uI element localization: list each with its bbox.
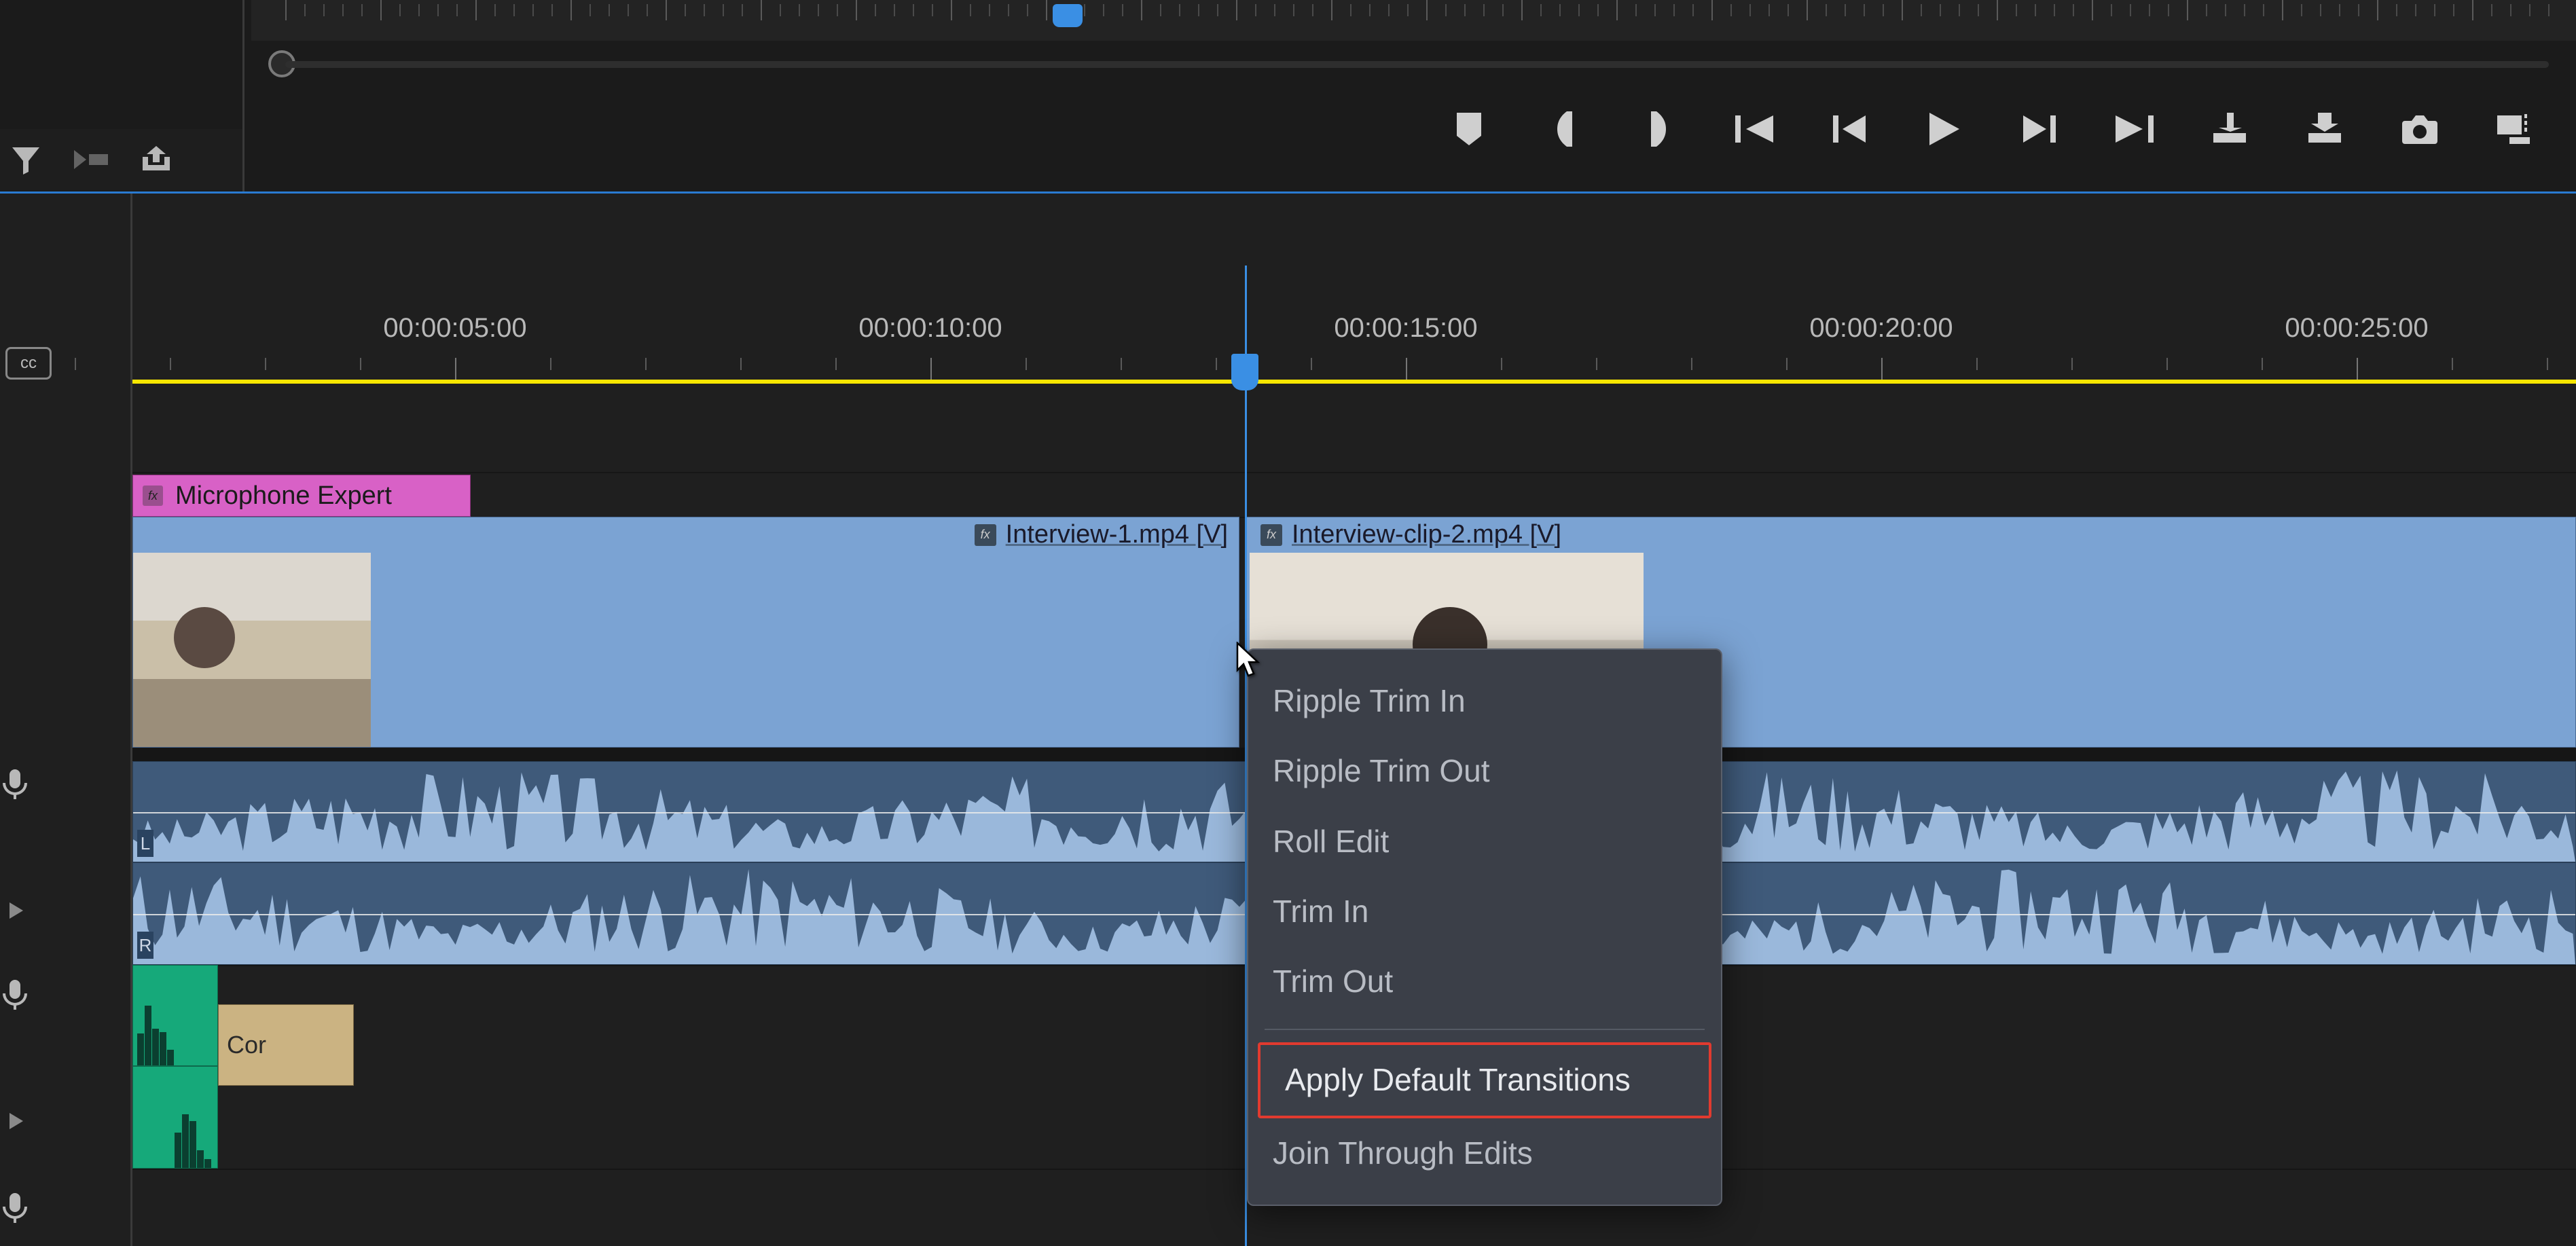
clip-label: Interview-clip-2.mp4 [V] xyxy=(1292,520,1561,549)
add-marker-button[interactable] xyxy=(1449,109,1489,149)
track-header-column: cc xyxy=(0,194,132,1246)
ruler-label: 00:00:15:00 xyxy=(1334,313,1477,344)
menu-item-ripple-trim-out[interactable]: Ripple Trim Out xyxy=(1248,736,1721,806)
in-out-range-bar[interactable] xyxy=(132,380,2576,384)
ruler-label: 00:00:05:00 xyxy=(383,313,526,344)
ruler-label: 00:00:25:00 xyxy=(2285,313,2428,344)
auto-sequence-icon[interactable] xyxy=(72,141,110,179)
step-forward-button[interactable] xyxy=(2019,109,2060,149)
voiceover-record-a1-button[interactable] xyxy=(3,768,31,796)
expand-track-a1-toggle[interactable] xyxy=(7,901,30,924)
menu-item-join-through-edits[interactable]: Join Through Edits xyxy=(1248,1118,1721,1188)
audio-clip-a2-green[interactable] xyxy=(132,965,218,1169)
clip-label: Cor xyxy=(227,1031,266,1059)
menu-item-apply-default-transitions[interactable]: Apply Default Transitions xyxy=(1258,1042,1711,1118)
channel-tag-r: R xyxy=(137,932,153,959)
menu-item-roll-edit[interactable]: Roll Edit xyxy=(1248,807,1721,877)
audio-clip-a2-beige[interactable]: Cor xyxy=(218,1004,354,1086)
cc-label: cc xyxy=(20,354,37,373)
fx-badge-icon: fx xyxy=(975,524,996,546)
time-ruler[interactable]: 00:00:05:00 00:00:10:00 00:00:15:00 00:0… xyxy=(132,194,2576,320)
menu-separator xyxy=(1265,1029,1705,1030)
mark-out-button[interactable] xyxy=(1639,109,1680,149)
video-clip-interview-1[interactable]: fx Interview-1.mp4 [V] xyxy=(132,517,1239,748)
filter-icon[interactable] xyxy=(7,141,45,179)
go-to-in-button[interactable] xyxy=(1734,109,1775,149)
export-icon[interactable] xyxy=(137,141,175,179)
clip-label: Interview-1.mp4 [V] xyxy=(1006,520,1228,549)
playhead-handle[interactable] xyxy=(1231,354,1258,390)
audio-channel-left xyxy=(133,966,217,1067)
menu-item-trim-out[interactable]: Trim Out xyxy=(1248,947,1721,1016)
project-panel-mini-tools xyxy=(0,129,244,190)
expand-track-a2-toggle[interactable] xyxy=(7,1112,30,1135)
overwrite-button[interactable] xyxy=(2304,109,2345,149)
upper-ruler-ticks xyxy=(251,0,2576,41)
insert-button[interactable] xyxy=(2209,109,2250,149)
upper-mini-ruler[interactable] xyxy=(251,0,2576,41)
go-to-out-button[interactable] xyxy=(2114,109,2155,149)
voiceover-record-a3-button[interactable] xyxy=(3,1192,31,1220)
menu-item-trim-in[interactable]: Trim In xyxy=(1248,877,1721,947)
upper-playhead-handle[interactable] xyxy=(1053,4,1083,27)
menu-item-ripple-trim-in[interactable]: Ripple Trim In xyxy=(1248,666,1721,736)
snapshot-button[interactable] xyxy=(2399,109,2440,149)
captions-track-toggle[interactable]: cc xyxy=(5,347,52,380)
transport-controls xyxy=(1449,102,2535,156)
ruler-label: 00:00:10:00 xyxy=(858,313,1002,344)
channel-tag-l: L xyxy=(137,830,153,857)
ruler-label: 00:00:20:00 xyxy=(1809,313,1953,344)
fx-badge-icon: fx xyxy=(143,485,163,506)
mouse-cursor-icon xyxy=(1236,642,1262,674)
clip-label: Microphone Expert xyxy=(175,481,392,511)
voiceover-record-a2-button[interactable] xyxy=(3,978,31,1007)
zoom-scrollbar-track[interactable] xyxy=(285,61,2549,68)
timeline-tracks-area[interactable]: 00:00:05:00 00:00:10:00 00:00:15:00 00:0… xyxy=(132,194,2576,1246)
step-back-button[interactable] xyxy=(1829,109,1870,149)
audio-channel-right xyxy=(133,1067,217,1168)
clip-thumbnail xyxy=(133,553,371,747)
edit-point-context-menu: Ripple Trim In Ripple Trim Out Roll Edit… xyxy=(1247,648,1722,1206)
panel-divider[interactable] xyxy=(242,0,244,193)
lane-divider xyxy=(132,472,2576,473)
export-frame-button[interactable] xyxy=(2495,109,2535,149)
mark-in-button[interactable] xyxy=(1544,109,1584,149)
graphic-clip-microphone-expert[interactable]: fx Microphone Expert xyxy=(132,475,471,517)
fx-badge-icon: fx xyxy=(1260,524,1282,546)
play-button[interactable] xyxy=(1924,109,1965,149)
timeline-panel: cc 00:00:05:00 00:00:10:00 00:00:15:00 0… xyxy=(0,194,2576,1246)
